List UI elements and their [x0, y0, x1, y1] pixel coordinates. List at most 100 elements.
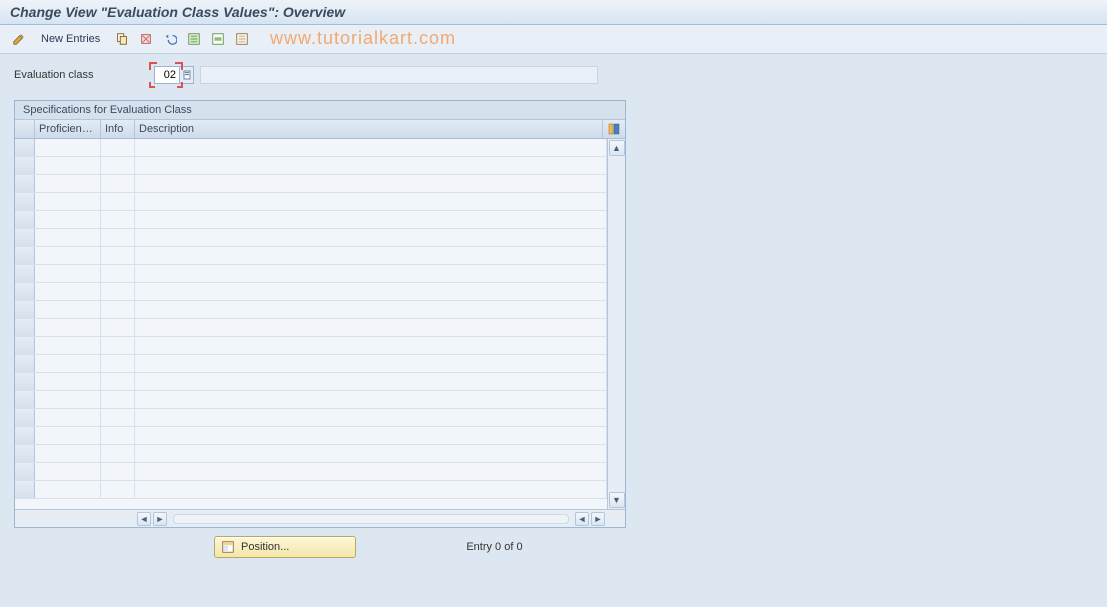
cell-proficiency[interactable] [35, 409, 101, 426]
deselect-all-button[interactable] [231, 29, 253, 49]
row-selector[interactable] [15, 427, 35, 444]
cell-proficiency[interactable] [35, 283, 101, 300]
position-button[interactable]: Position... [214, 536, 356, 558]
column-selector[interactable] [15, 120, 35, 138]
cell-proficiency[interactable] [35, 211, 101, 228]
undo-change-button[interactable] [159, 29, 181, 49]
row-selector[interactable] [15, 229, 35, 246]
cell-proficiency[interactable] [35, 229, 101, 246]
cell-info[interactable] [101, 193, 135, 210]
cell-proficiency[interactable] [35, 265, 101, 282]
scroll-left-end-button[interactable]: ◄ [575, 512, 589, 526]
cell-description[interactable] [135, 301, 607, 318]
column-description[interactable]: Description [135, 120, 603, 138]
cell-info[interactable] [101, 409, 135, 426]
cell-info[interactable] [101, 229, 135, 246]
scroll-left-button[interactable]: ◄ [137, 512, 151, 526]
cell-description[interactable] [135, 355, 607, 372]
cell-description[interactable] [135, 463, 607, 480]
cell-proficiency[interactable] [35, 247, 101, 264]
row-selector[interactable] [15, 265, 35, 282]
cell-description[interactable] [135, 265, 607, 282]
cell-info[interactable] [101, 337, 135, 354]
cell-description[interactable] [135, 391, 607, 408]
cell-info[interactable] [101, 445, 135, 462]
cell-proficiency[interactable] [35, 175, 101, 192]
cell-info[interactable] [101, 265, 135, 282]
cell-proficiency[interactable] [35, 391, 101, 408]
cell-proficiency[interactable] [35, 319, 101, 336]
cell-description[interactable] [135, 283, 607, 300]
cell-description[interactable] [135, 337, 607, 354]
toggle-display-change-button[interactable] [8, 29, 30, 49]
cell-info[interactable] [101, 391, 135, 408]
copy-as-button[interactable] [111, 29, 133, 49]
cell-description[interactable] [135, 157, 607, 174]
vertical-scrollbar[interactable]: ▲ ▼ [607, 139, 625, 509]
cell-proficiency[interactable] [35, 157, 101, 174]
cell-description[interactable] [135, 193, 607, 210]
select-all-button[interactable] [183, 29, 205, 49]
cell-info[interactable] [101, 481, 135, 498]
row-selector[interactable] [15, 283, 35, 300]
cell-proficiency[interactable] [35, 481, 101, 498]
cell-info[interactable] [101, 319, 135, 336]
row-selector[interactable] [15, 193, 35, 210]
cell-proficiency[interactable] [35, 463, 101, 480]
cell-proficiency[interactable] [35, 301, 101, 318]
cell-description[interactable] [135, 229, 607, 246]
cell-info[interactable] [101, 427, 135, 444]
cell-description[interactable] [135, 319, 607, 336]
cell-description[interactable] [135, 373, 607, 390]
cell-info[interactable] [101, 355, 135, 372]
cell-proficiency[interactable] [35, 445, 101, 462]
cell-info[interactable] [101, 373, 135, 390]
scroll-right-button[interactable]: ► [153, 512, 167, 526]
row-selector[interactable] [15, 373, 35, 390]
scroll-up-button[interactable]: ▲ [609, 140, 625, 156]
cell-info[interactable] [101, 301, 135, 318]
column-info[interactable]: Info [101, 120, 135, 138]
row-selector[interactable] [15, 247, 35, 264]
row-selector[interactable] [15, 157, 35, 174]
horizontal-scroll-track[interactable] [173, 514, 569, 524]
select-block-button[interactable] [207, 29, 229, 49]
cell-description[interactable] [135, 445, 607, 462]
cell-description[interactable] [135, 175, 607, 192]
row-selector[interactable] [15, 481, 35, 498]
row-selector[interactable] [15, 139, 35, 156]
row-selector[interactable] [15, 175, 35, 192]
table-settings-button[interactable] [603, 120, 625, 138]
cell-info[interactable] [101, 157, 135, 174]
scroll-right-end-button[interactable]: ► [591, 512, 605, 526]
cell-proficiency[interactable] [35, 355, 101, 372]
row-selector[interactable] [15, 409, 35, 426]
column-proficiency[interactable]: Proficien… [35, 120, 101, 138]
cell-info[interactable] [101, 211, 135, 228]
cell-proficiency[interactable] [35, 139, 101, 156]
row-selector[interactable] [15, 463, 35, 480]
evaluation-class-f4-button[interactable] [180, 66, 194, 84]
cell-description[interactable] [135, 409, 607, 426]
cell-info[interactable] [101, 175, 135, 192]
cell-proficiency[interactable] [35, 373, 101, 390]
cell-info[interactable] [101, 139, 135, 156]
cell-description[interactable] [135, 427, 607, 444]
cell-description[interactable] [135, 247, 607, 264]
cell-info[interactable] [101, 247, 135, 264]
cell-info[interactable] [101, 463, 135, 480]
row-selector[interactable] [15, 301, 35, 318]
evaluation-class-input[interactable] [154, 66, 180, 84]
cell-description[interactable] [135, 481, 607, 498]
cell-description[interactable] [135, 139, 607, 156]
row-selector[interactable] [15, 391, 35, 408]
cell-proficiency[interactable] [35, 427, 101, 444]
new-entries-button[interactable]: New Entries [32, 29, 109, 49]
delete-button[interactable] [135, 29, 157, 49]
cell-proficiency[interactable] [35, 337, 101, 354]
row-selector[interactable] [15, 445, 35, 462]
row-selector[interactable] [15, 211, 35, 228]
vertical-scroll-track[interactable] [608, 157, 625, 491]
cell-description[interactable] [135, 211, 607, 228]
row-selector[interactable] [15, 319, 35, 336]
